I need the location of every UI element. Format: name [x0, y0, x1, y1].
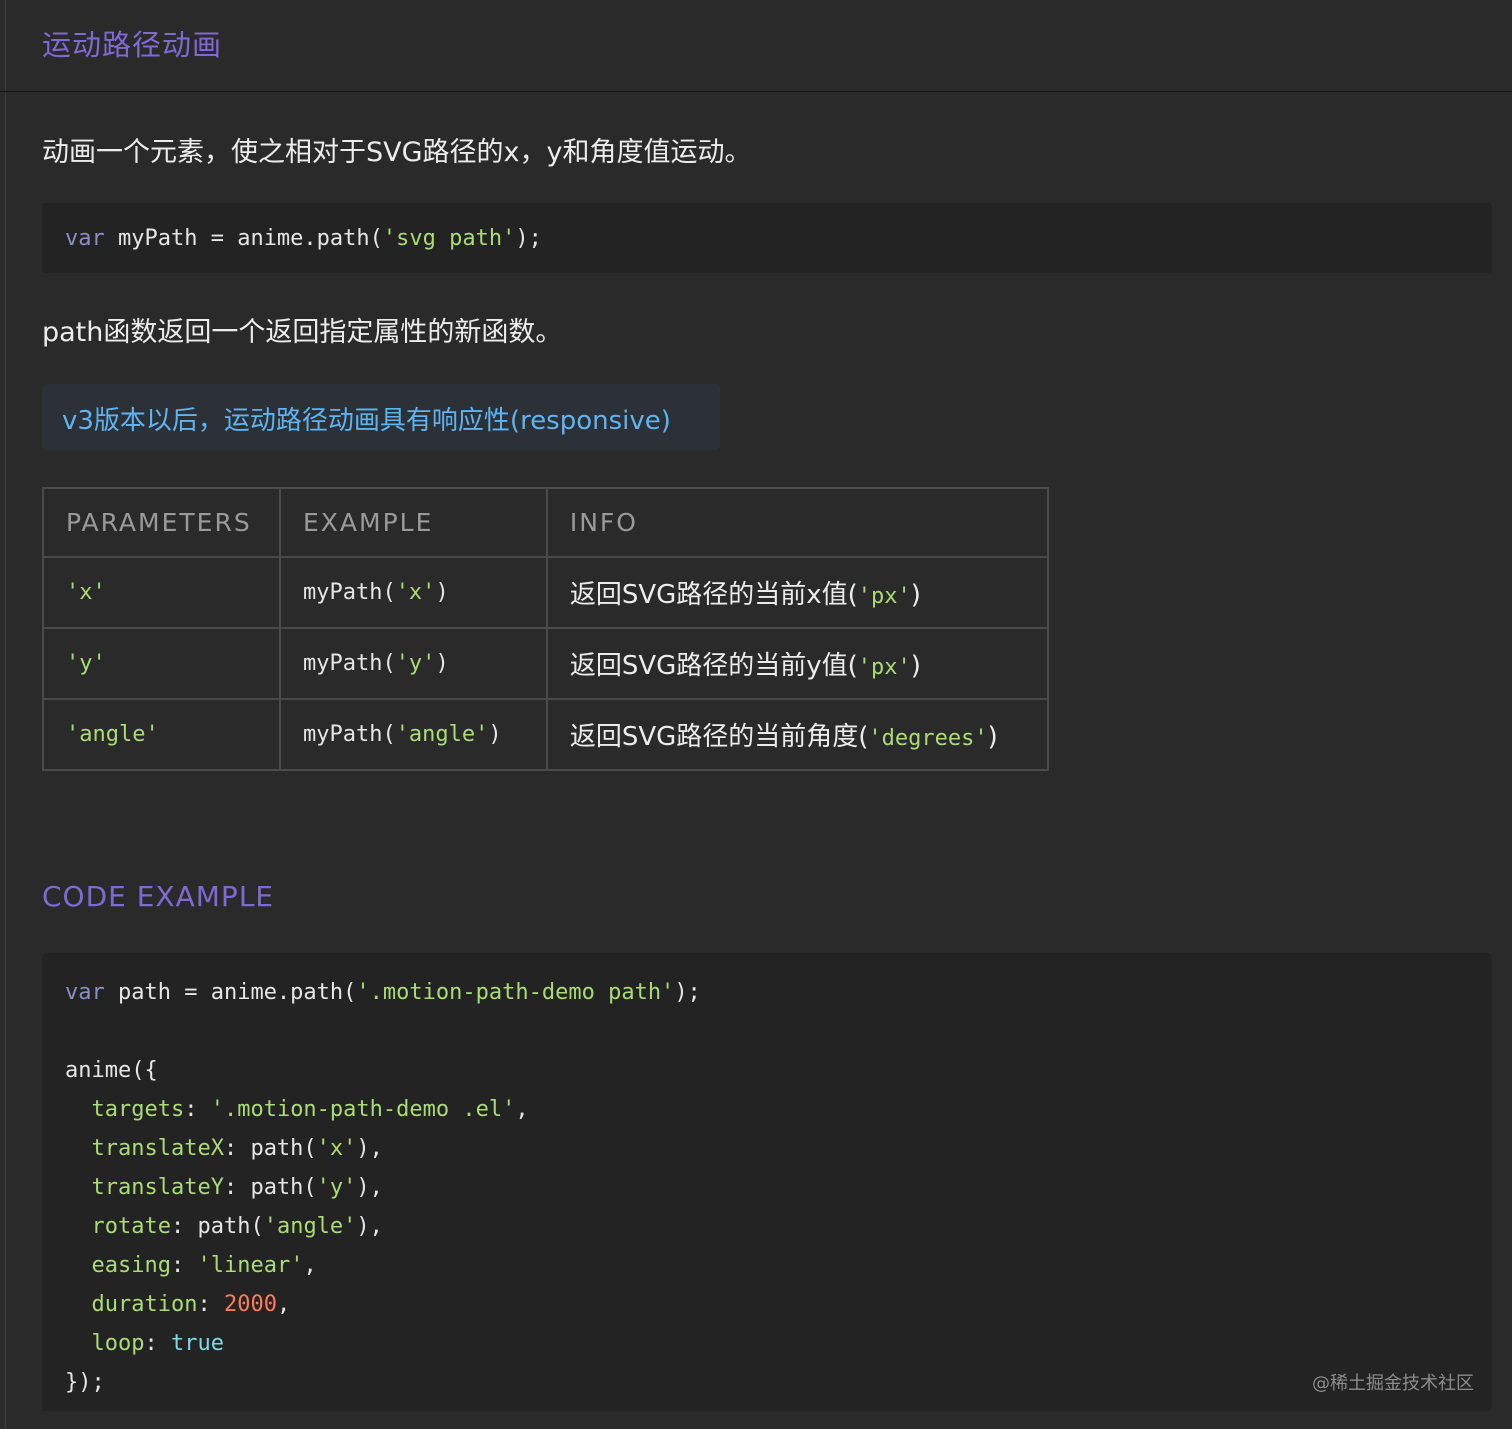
info-cell: 返回SVG路径的当前角度('degrees'): [545, 698, 1050, 771]
info-unit: 'px': [857, 584, 911, 609]
code-property: rotate: [91, 1214, 171, 1239]
code-property: translateX: [91, 1136, 224, 1161]
path-snippet-code-block[interactable]: var myPath = anime.path('svg path');: [42, 203, 1492, 273]
info-text: ): [910, 580, 921, 610]
code-line: loop: true: [91, 1331, 224, 1356]
code-text: });: [65, 1370, 105, 1395]
code-text: : path(: [223, 1136, 317, 1161]
code-string: 'y': [316, 1175, 357, 1200]
param-cell: 'angle': [42, 698, 281, 771]
code-property: loop: [91, 1331, 145, 1356]
code-property: easing: [91, 1253, 171, 1278]
code-property: translateY: [91, 1175, 224, 1200]
example-string: 'x': [395, 580, 436, 605]
table-header-row: PARAMETERS EXAMPLE INFO: [42, 487, 1050, 558]
watermark: @稀土掘金技术社区: [1312, 1373, 1474, 1394]
example-string: 'y': [395, 651, 436, 676]
code-text: ),: [356, 1214, 383, 1239]
code-text: );: [515, 226, 542, 251]
info-cell: 返回SVG路径的当前x值('px'): [545, 556, 1050, 629]
code-line: translateX: path('x'),: [65, 1129, 1469, 1168]
left-border: [5, 0, 6, 1429]
example-code: ): [435, 651, 449, 676]
table-row: 'angle' myPath('angle') 返回SVG路径的当前角度('de…: [42, 698, 1050, 771]
info-text: 返回SVG路径的当前角度(: [569, 722, 869, 752]
code-text: ),: [356, 1136, 383, 1161]
code-string: 'angle': [263, 1214, 357, 1239]
code-line: targets: '.motion-path-demo .el',: [91, 1097, 529, 1122]
code-text: : path(: [170, 1214, 264, 1239]
code-string: '.motion-path-demo path': [356, 980, 675, 1005]
code-line: duration: 2000,: [91, 1292, 291, 1317]
code-keyword: var: [65, 226, 105, 251]
code-example-heading: CODE EXAMPLE: [42, 880, 275, 913]
example-cell: myPath('x'): [278, 556, 548, 629]
header-info: INFO: [545, 487, 1050, 558]
header-parameters: PARAMETERS: [42, 487, 281, 558]
info-unit: 'degrees': [868, 726, 988, 751]
code-number: 2000: [223, 1292, 277, 1317]
path-description: path函数返回一个返回指定属性的新函数。: [42, 317, 563, 348]
code-line: });: [65, 1363, 1469, 1402]
info-text: 返回SVG路径的当前x值(: [569, 580, 858, 610]
info-text: ): [910, 651, 921, 681]
info-text: 返回SVG路径的当前y值(: [569, 651, 858, 681]
responsive-note: v3版本以后，运动路径动画具有响应性(responsive): [42, 384, 720, 450]
page-title: 运动路径动画: [42, 28, 223, 62]
code-text: );: [674, 980, 701, 1005]
example-code: ): [488, 722, 502, 747]
code-string: 'svg path': [382, 226, 516, 251]
info-cell: 返回SVG路径的当前y值('px'): [545, 627, 1050, 700]
example-code: myPath(: [302, 722, 396, 747]
code-line: anime({: [65, 1051, 1469, 1090]
table-row: 'x' myPath('x') 返回SVG路径的当前x值('px'): [42, 556, 1050, 629]
page-header: 运动路径动画: [0, 0, 1512, 92]
info-unit: 'px': [857, 655, 911, 680]
code-text: anime({: [65, 1058, 158, 1083]
code-text: path = anime.path(: [104, 980, 357, 1005]
code-example-block[interactable]: var path = anime.path('.motion-path-demo…: [42, 953, 1492, 1411]
code-line: rotate: path('angle'),: [65, 1207, 1469, 1246]
code-boolean: true: [170, 1331, 224, 1356]
code-string: 'x': [316, 1136, 357, 1161]
example-cell: myPath('y'): [278, 627, 548, 700]
code-line: var path = anime.path('.motion-path-demo…: [65, 973, 1469, 1012]
code-string: 'linear': [197, 1253, 304, 1278]
code-property: targets: [91, 1097, 185, 1122]
code-property: duration: [91, 1292, 198, 1317]
intro-text: 动画一个元素，使之相对于SVG路径的x，y和角度值运动。: [42, 137, 752, 168]
param-value: 'angle': [66, 722, 159, 747]
code-string: '.motion-path-demo .el': [210, 1097, 516, 1122]
code-text: ),: [356, 1175, 383, 1200]
example-code: myPath(: [302, 580, 396, 605]
example-code: ): [435, 580, 449, 605]
example-string: 'angle': [395, 722, 489, 747]
table-row: 'y' myPath('y') 返回SVG路径的当前y值('px'): [42, 627, 1050, 700]
param-cell: 'x': [42, 556, 281, 629]
example-cell: myPath('angle'): [278, 698, 548, 771]
code-line: translateY: path('y'),: [65, 1168, 1469, 1207]
param-value: 'x': [66, 580, 106, 605]
param-value: 'y': [66, 651, 106, 676]
example-code: myPath(: [302, 651, 396, 676]
param-cell: 'y': [42, 627, 281, 700]
code-text: myPath = anime.path(: [104, 226, 383, 251]
header-example: EXAMPLE: [278, 487, 548, 558]
parameters-table: PARAMETERS EXAMPLE INFO 'x' myPath('x') …: [42, 487, 1050, 771]
code-keyword: var: [65, 980, 105, 1005]
info-text: ): [987, 722, 998, 752]
code-line: easing: 'linear',: [91, 1253, 317, 1278]
code-text: : path(: [223, 1175, 317, 1200]
